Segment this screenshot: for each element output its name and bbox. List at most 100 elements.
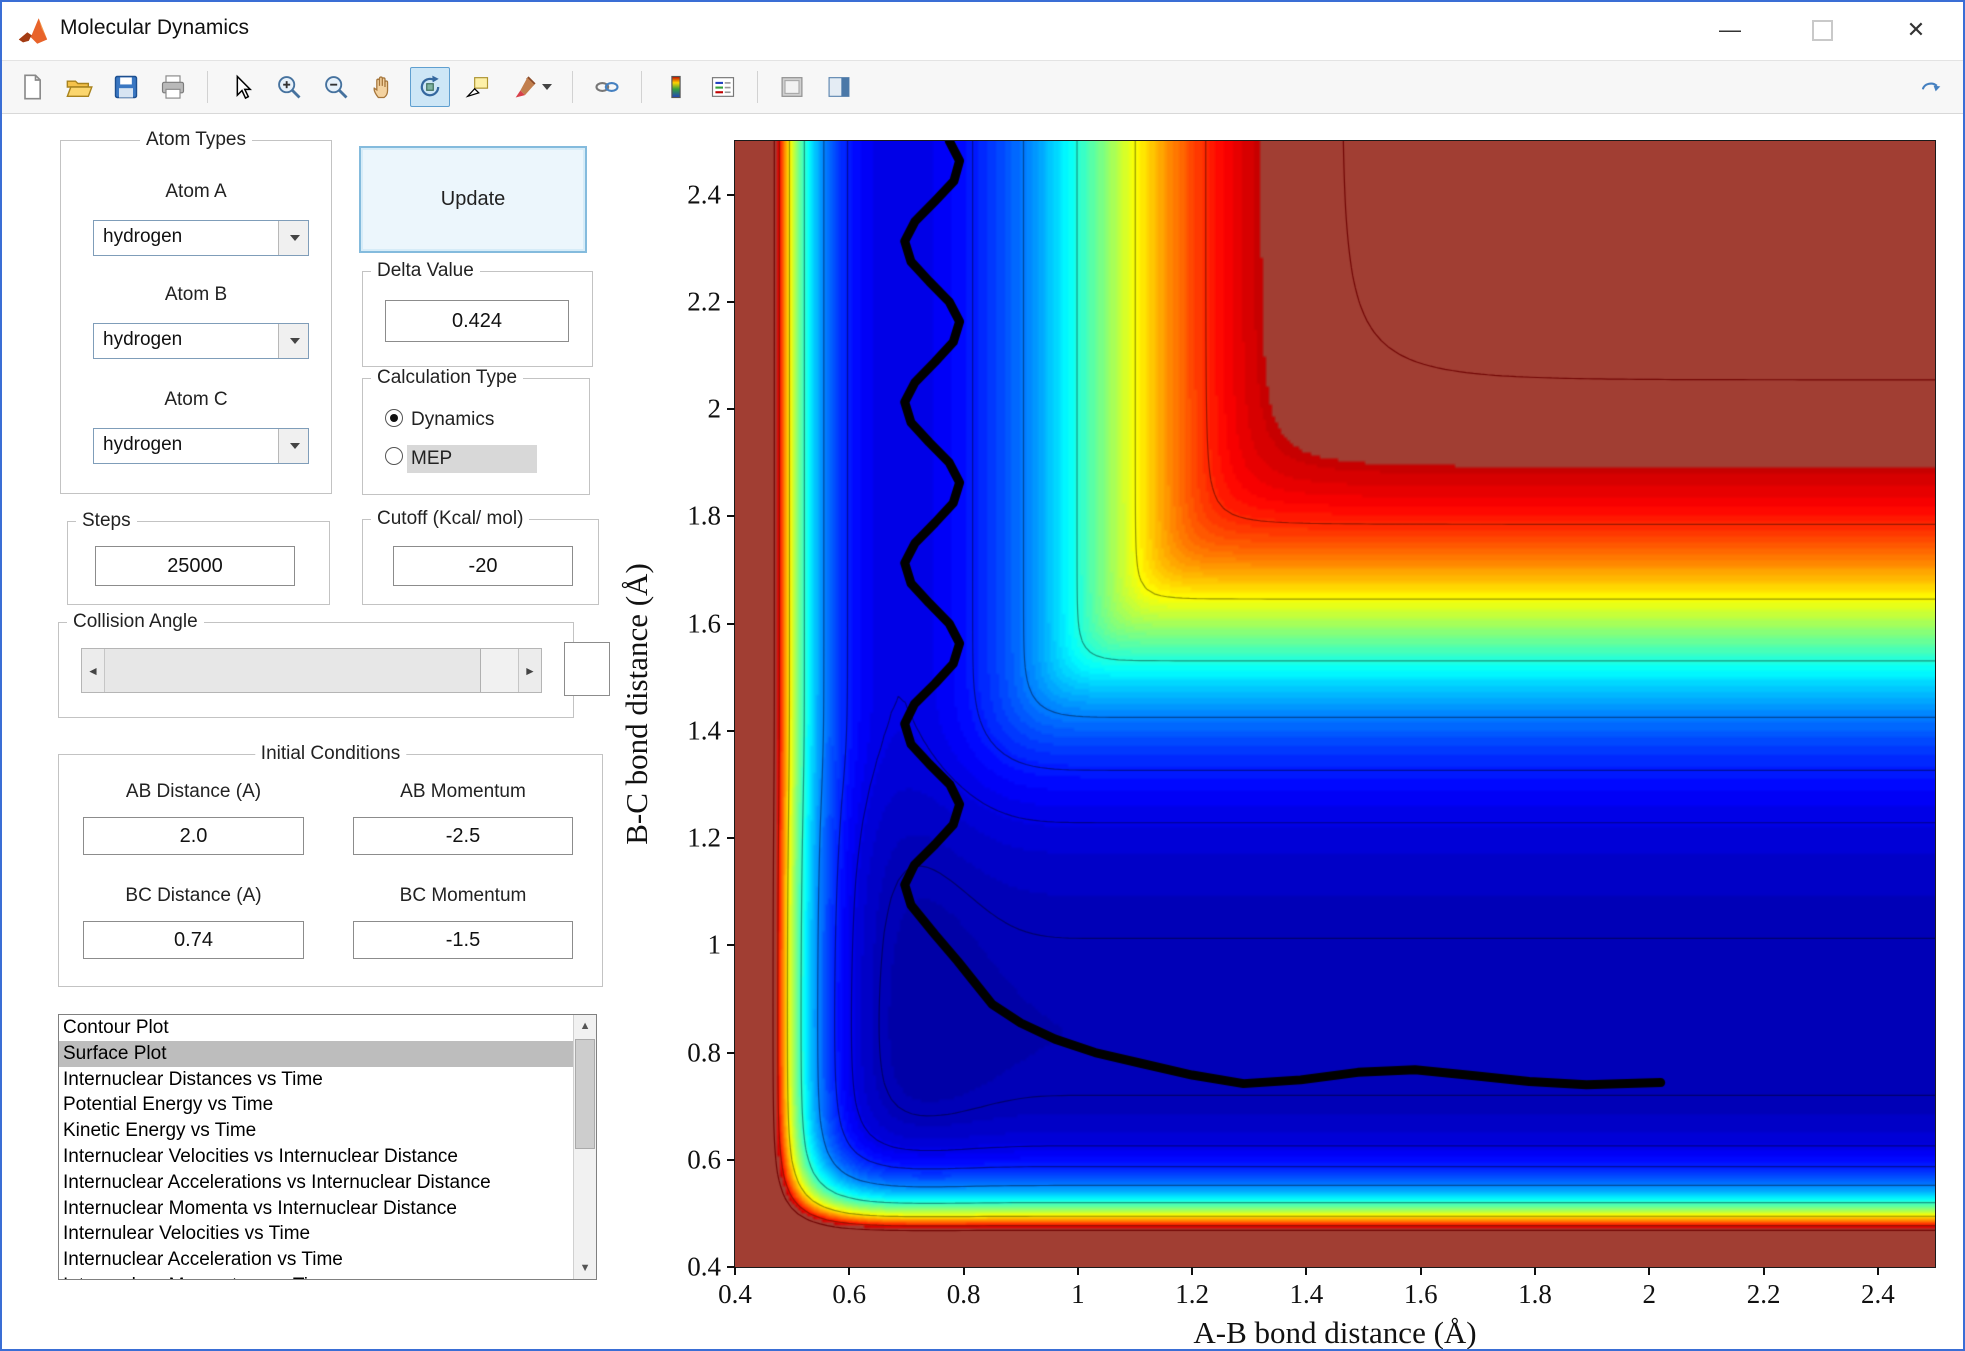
atom-b-select-button[interactable] xyxy=(278,324,308,358)
bc-distance-field[interactable]: 0.74 xyxy=(83,921,304,959)
x-tick-mark xyxy=(1076,1267,1079,1275)
list-item[interactable]: Potential Energy vs Time xyxy=(59,1092,574,1118)
save-icon xyxy=(114,75,138,99)
hide-plot-tools-button[interactable] xyxy=(772,67,812,107)
list-item[interactable]: Internuclear Velocities vs Internuclear … xyxy=(59,1144,574,1170)
minimize-button[interactable]: — xyxy=(1701,2,1759,58)
y-tick-mark xyxy=(727,300,735,303)
app-window: Molecular Dynamics — ✕ Atom Types Atom A… xyxy=(0,0,1965,1351)
rotate-3d-icon xyxy=(420,75,440,97)
pan-button[interactable] xyxy=(363,67,403,107)
close-button[interactable]: ✕ xyxy=(1887,2,1945,58)
print-button[interactable] xyxy=(153,67,193,107)
atom-b-select[interactable]: hydrogen xyxy=(93,323,309,359)
toolbar-separator xyxy=(572,71,573,103)
y-tick-mark xyxy=(727,622,735,625)
atom-a-select[interactable]: hydrogen xyxy=(93,220,309,256)
plot-type-list: Contour Plot Surface Plot Internuclear Dis… xyxy=(59,1015,574,1279)
insert-legend-icon xyxy=(711,77,735,97)
radio-dynamics[interactable] xyxy=(385,409,403,427)
atom-c-select[interactable]: hydrogen xyxy=(93,428,309,464)
plot-type-listbox[interactable]: Contour Plot Surface Plot Internuclear Dis… xyxy=(58,1014,597,1280)
y-tick-mark xyxy=(727,408,735,411)
dock-figure-button[interactable] xyxy=(1911,67,1951,107)
title-bar: Molecular Dynamics — ✕ xyxy=(2,2,1963,61)
scrollbar-thumb[interactable] xyxy=(575,1039,595,1149)
new-file-button[interactable] xyxy=(12,67,52,107)
list-scrollbar[interactable]: ▲ ▼ xyxy=(573,1015,596,1279)
list-item[interactable]: Internuclear Distances vs Time xyxy=(59,1067,574,1093)
chevron-down-icon xyxy=(290,443,300,449)
open-folder-button[interactable] xyxy=(59,67,99,107)
data-cursor-icon xyxy=(465,77,489,98)
calculation-type-title: Calculation Type xyxy=(371,367,524,389)
x-tick-label: 2 xyxy=(1642,1279,1657,1309)
cutoff-field[interactable]: -20 xyxy=(393,546,573,586)
bc-momentum-field[interactable]: -1.5 xyxy=(353,921,573,959)
y-tick-mark xyxy=(727,1266,735,1268)
x-tick-mark xyxy=(734,1267,736,1275)
cursor-button[interactable] xyxy=(222,67,262,107)
insert-legend-button[interactable] xyxy=(703,67,743,107)
zoom-in-icon xyxy=(278,76,301,99)
link-plot-button[interactable] xyxy=(587,67,627,107)
ab-distance-field[interactable]: 2.0 xyxy=(83,817,304,855)
x-tick-label: 2.2 xyxy=(1746,1279,1781,1309)
list-item[interactable]: Contour Plot xyxy=(59,1015,574,1041)
save-button[interactable] xyxy=(106,67,146,107)
bc-momentum-label: BC Momentum xyxy=(399,885,527,906)
y-tick-label: 1.2 xyxy=(687,822,721,853)
maximize-button[interactable] xyxy=(1793,2,1851,58)
link-plot-icon xyxy=(595,81,619,93)
atom-types-title: Atom Types xyxy=(140,129,252,151)
x-tick-mark xyxy=(1534,1267,1536,1275)
atom-c-select-button[interactable] xyxy=(278,429,308,463)
list-item[interactable]: Kinetic Energy vs Time xyxy=(59,1118,574,1144)
scroll-up-button[interactable]: ▲ xyxy=(574,1015,596,1037)
y-tick-label: 2.2 xyxy=(687,286,721,317)
brush-dropdown-caret[interactable] xyxy=(541,84,552,90)
chevron-down-icon xyxy=(290,235,300,241)
slider-right-arrow[interactable]: ► xyxy=(518,649,541,692)
x-tick-mark xyxy=(848,1267,851,1275)
atom-a-select-button[interactable] xyxy=(278,221,308,255)
x-tick-mark xyxy=(962,1267,965,1275)
list-item[interactable]: Internuclear Momentum vs Time xyxy=(59,1273,574,1279)
surface-canvas[interactable] xyxy=(735,141,1935,1267)
show-plot-tools-button[interactable] xyxy=(819,67,859,107)
steps-field[interactable]: 25000 xyxy=(95,546,295,586)
x-tick-mark xyxy=(1305,1267,1308,1275)
list-item[interactable]: Internuclear Acceleration vs Time xyxy=(59,1247,574,1273)
list-item[interactable]: Internuclear Accelerations vs Internucle… xyxy=(59,1170,574,1196)
data-cursor-button[interactable] xyxy=(457,67,497,107)
list-item[interactable]: Surface Plot xyxy=(59,1040,574,1067)
rotate-3d-button[interactable] xyxy=(410,67,450,107)
ab-momentum-field[interactable]: -2.5 xyxy=(353,817,573,855)
atom-c-label: Atom C xyxy=(164,389,228,410)
delta-value-field[interactable]: 0.424 xyxy=(385,300,569,342)
x-tick-label: 1.8 xyxy=(1518,1279,1552,1309)
brush-button[interactable] xyxy=(504,67,558,107)
list-item[interactable]: Internulear Velocities vs Time xyxy=(59,1221,574,1247)
collision-angle-slider[interactable]: ◄ ► xyxy=(81,648,542,693)
slider-left-arrow[interactable]: ◄ xyxy=(82,649,105,692)
zoom-out-button[interactable] xyxy=(316,67,356,107)
zoom-in-button[interactable] xyxy=(269,67,309,107)
radio-mep[interactable] xyxy=(385,447,403,465)
list-item[interactable]: Internuclear Momenta vs Internuclear Dis… xyxy=(59,1196,574,1222)
x-tick-mark xyxy=(1419,1267,1422,1275)
update-button[interactable]: Update xyxy=(359,146,587,253)
plot-area[interactable]: A-B bond distance (Å) B-C bond distance … xyxy=(619,140,1936,1349)
toolbar-separator xyxy=(757,71,758,103)
cutoff-title: Cutoff (Kcal/ mol) xyxy=(371,508,530,530)
y-tick-label: 1.8 xyxy=(687,500,721,531)
x-tick-label: 0.6 xyxy=(832,1279,867,1309)
x-tick-mark xyxy=(1648,1267,1651,1275)
insert-colorbar-button[interactable] xyxy=(656,67,696,107)
scroll-down-button[interactable]: ▼ xyxy=(574,1257,596,1279)
collision-angle-edit[interactable] xyxy=(564,642,610,696)
x-tick-label: 1.4 xyxy=(1289,1279,1324,1309)
slider-thumb[interactable] xyxy=(104,649,481,692)
zoom-out-icon xyxy=(325,76,348,99)
y-tick-mark xyxy=(727,515,735,518)
